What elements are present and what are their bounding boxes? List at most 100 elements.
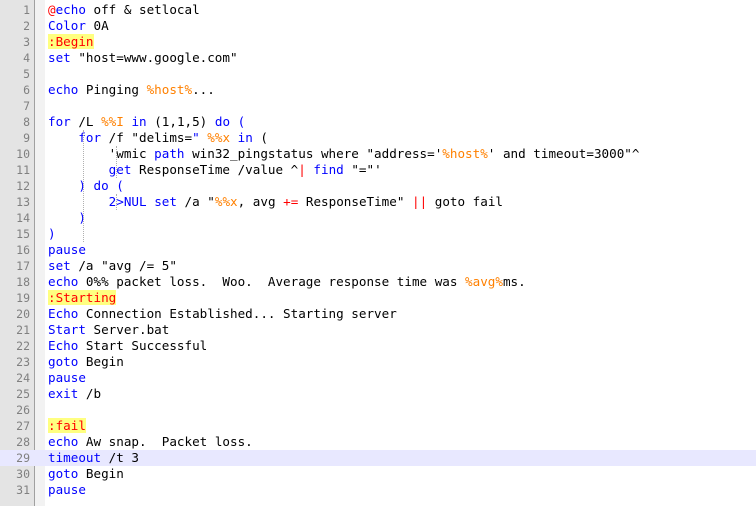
keyword-token: Echo [48, 306, 79, 321]
code-line[interactable]: 14 ) [0, 210, 756, 226]
line-number: 15 [16, 227, 30, 241]
code-line[interactable]: 2 Color 0A [0, 18, 756, 34]
line-text: for /L %%I in (1,1,5) do ( [48, 114, 245, 130]
code-line[interactable]: 15) [0, 226, 756, 242]
plain-token: /a " [176, 194, 215, 209]
line-number: 27 [16, 419, 30, 433]
code-line[interactable]: 8 for /L %%I in (1,1,5) do ( [0, 114, 756, 130]
plain-token: Server.bat [85, 322, 170, 337]
line-number: 22 [16, 339, 30, 353]
keyword-token: pause [48, 370, 86, 385]
keyword-token: 2>NUL [108, 194, 147, 209]
code-line[interactable]: 17 set /a "avg /= 5" [0, 258, 756, 274]
line-text: pause [48, 242, 86, 258]
code-line[interactable]: 9 for /f "delims=" %%x in ( [0, 130, 756, 146]
keyword-token: set [48, 258, 71, 273]
line-number: 23 [16, 355, 30, 369]
code-line[interactable]: 18 echo 0%% packet loss. Woo. Average res… [0, 274, 756, 290]
line-number: 28 [16, 435, 30, 449]
line-number: 24 [16, 371, 30, 385]
keyword-token: path [154, 146, 185, 161]
plain-token: 'wmic [48, 146, 155, 161]
code-line[interactable]: 4 set "host=www.google.com" [0, 50, 756, 66]
line-number: 14 [16, 211, 30, 225]
code-line[interactable]: 29 timeout /t 3 [0, 450, 756, 466]
code-line[interactable]: 6 echo Pinging %host%... [0, 82, 756, 98]
plain-token: ' and timeout=3000"^ [487, 146, 640, 161]
code-line[interactable]: 27:fail [0, 418, 756, 434]
plain-token: (1,1,5) [146, 114, 215, 129]
line-number: 19 [16, 291, 30, 305]
code-line[interactable]: 11 get ResponseTime /value ^| find "="' [0, 162, 756, 178]
operator-token: || [412, 194, 428, 209]
line-text: ) [48, 226, 56, 242]
line-number: 17 [16, 259, 30, 273]
code-line[interactable]: 25 exit /b [0, 386, 756, 402]
plain-token: , avg [237, 194, 284, 209]
keyword-token: pause [48, 242, 86, 257]
code-line[interactable]: 7 [0, 98, 756, 114]
line-text: @echo off & setlocal [48, 2, 200, 18]
plain-token: ... [192, 82, 215, 97]
keyword-token: for [78, 130, 102, 145]
plain-token: Begin [78, 354, 124, 369]
keyword-token: " [192, 130, 200, 145]
line-number: 11 [16, 163, 30, 177]
line-text: 'wmic path win32_pingstatus where "addre… [48, 146, 640, 162]
code-line[interactable]: 28 echo Aw snap. Packet loss. [0, 434, 756, 450]
line-text: echo Pinging %host%... [48, 82, 215, 98]
code-editor[interactable]: 1 @echo off & setlocal 2 Color 0A 3:Begin 4 se… [0, 0, 756, 506]
line-text: Echo Connection Established... Starting … [48, 306, 397, 322]
line-number: 13 [16, 195, 30, 209]
indent-guide [83, 130, 84, 242]
code-line[interactable]: 20 Echo Connection Established... Startin… [0, 306, 756, 322]
code-line[interactable]: 1 @echo off & setlocal [0, 2, 756, 18]
keyword-token: timeout [48, 450, 102, 465]
line-number: 3 [23, 35, 30, 49]
plain-token: /a "avg /= 5" [70, 258, 177, 273]
plain-token: win32_pingstatus where "address=' [184, 146, 443, 161]
line-text: pause [48, 482, 86, 498]
line-number: 20 [16, 307, 30, 321]
variable-token: %%I [101, 114, 124, 129]
indent-guide [116, 194, 117, 210]
at-sign-token: @ [48, 2, 56, 17]
line-text: goto Begin [48, 354, 124, 370]
line-text: set /a "avg /= 5" [48, 258, 177, 274]
keyword-token: Echo [48, 338, 79, 353]
line-text: Echo Start Successful [48, 338, 207, 354]
keyword-token: get [108, 162, 132, 177]
code-line[interactable]: 24 pause [0, 370, 756, 386]
code-line[interactable]: 12 ) do ( [0, 178, 756, 194]
code-line[interactable]: 19:Starting [0, 290, 756, 306]
keyword-token: do [214, 114, 231, 129]
keyword-token: exit [48, 386, 79, 401]
code-line[interactable]: 13 2>NUL set /a "%%x, avg += ResponseTim… [0, 194, 756, 210]
line-number: 5 [23, 67, 30, 81]
line-number: 1 [23, 3, 30, 17]
code-line[interactable]: 5 [0, 66, 756, 82]
code-line[interactable]: 21 Start Server.bat [0, 322, 756, 338]
plain-token: Begin [78, 466, 124, 481]
line-text: ) do ( [48, 178, 124, 194]
code-line[interactable]: 22 Echo Start Successful [0, 338, 756, 354]
code-line[interactable]: 10 'wmic path win32_pingstatus where "ad… [0, 146, 756, 162]
code-line[interactable]: 23 goto Begin [0, 354, 756, 370]
line-text: timeout /t 3 [48, 450, 139, 466]
line-number: 8 [23, 115, 30, 129]
code-line[interactable]: 26 [0, 402, 756, 418]
keyword-token: echo [48, 82, 79, 97]
code-line[interactable]: 30 goto Begin [0, 466, 756, 482]
code-line[interactable]: 3:Begin [0, 34, 756, 50]
code-area[interactable]: 1 @echo off & setlocal 2 Color 0A 3:Begin 4 se… [0, 2, 756, 498]
plain-token: /L [70, 114, 102, 129]
plain-token: "host=www.google.com" [70, 50, 238, 65]
code-line[interactable]: 31 pause [0, 482, 756, 498]
plain-token: "="' [343, 162, 382, 177]
line-number: 21 [16, 323, 30, 337]
line-text: Start Server.bat [48, 322, 169, 338]
code-line[interactable]: 16 pause [0, 242, 756, 258]
